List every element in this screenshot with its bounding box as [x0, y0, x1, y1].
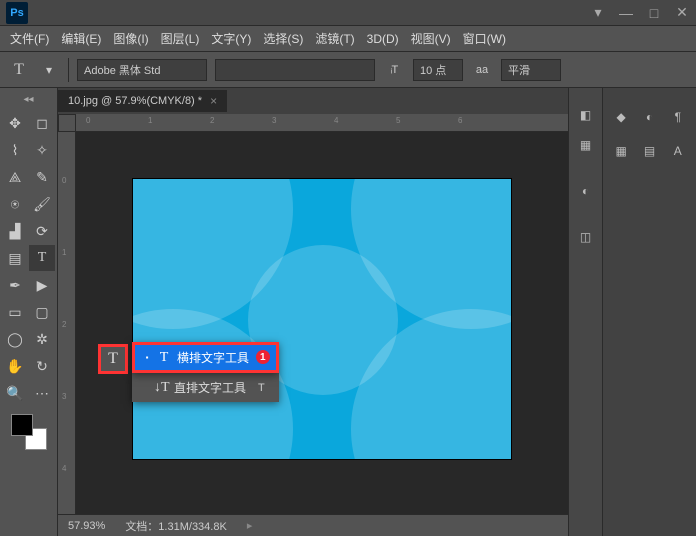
- menu-image[interactable]: 图像(I): [107, 30, 154, 47]
- pen-tool[interactable]: ✒: [2, 272, 28, 298]
- options-bar: T ▾ ᵢT aa: [0, 52, 696, 88]
- eyedropper-tool[interactable]: ✎: [29, 164, 55, 190]
- panel-buttons: ◆ ◐ ¶ ▦ ▤ A: [603, 88, 696, 536]
- flyout-item-shortcut: T: [258, 382, 265, 394]
- ruler-corner: [58, 114, 76, 132]
- vertical-type-tool-item[interactable]: ↓T 直排文字工具 T: [132, 375, 279, 400]
- marquee-tool[interactable]: ◻: [29, 110, 55, 136]
- history-brush-tool[interactable]: ⟳: [29, 218, 55, 244]
- zoom-level[interactable]: 57.93%: [68, 520, 105, 532]
- font-size-icon: ᵢT: [383, 59, 405, 81]
- canvas-viewport[interactable]: 0 1 2 3 4 5 6 0 1 2 3 4: [58, 114, 568, 514]
- menu-filter[interactable]: 滤镜(T): [309, 30, 360, 47]
- status-menu-icon[interactable]: ▸: [247, 519, 253, 532]
- brush-tool[interactable]: 🖌: [29, 191, 55, 217]
- document-tab-title: 10.jpg @ 57.9%(CMYK/8) *: [68, 95, 202, 107]
- type-tool-flyout: T ▪ T 横排文字工具 T 1 ↓T 直排文字工具 T: [132, 342, 279, 402]
- font-style-select[interactable]: [215, 59, 375, 81]
- color-swatch[interactable]: [11, 414, 47, 450]
- window-controls: ▾ — □ ✕: [584, 3, 696, 23]
- horizontal-type-icon: T: [157, 350, 171, 366]
- zoom-tool[interactable]: 🔍: [2, 380, 28, 406]
- font-family-select[interactable]: [77, 59, 207, 81]
- rounded-rect-tool[interactable]: ▢: [29, 299, 55, 325]
- layers-panel-icon[interactable]: ◫: [573, 224, 599, 250]
- menu-file[interactable]: 文件(F): [4, 30, 55, 47]
- canvas-area: 10.jpg @ 57.9%(CMYK/8) * × 0 1 2 3 4 5 6…: [58, 88, 568, 536]
- canvas[interactable]: [76, 132, 568, 514]
- menu-3d[interactable]: 3D(D): [361, 32, 405, 46]
- horizontal-type-tool-item[interactable]: ▪ T 横排文字工具 T: [135, 345, 276, 370]
- lasso-tool[interactable]: ⌇: [2, 137, 28, 163]
- menu-view[interactable]: 视图(V): [405, 30, 457, 47]
- active-dot-icon: ▪: [143, 353, 151, 362]
- antialias-select[interactable]: [501, 59, 561, 81]
- menu-window[interactable]: 窗口(W): [457, 30, 512, 47]
- document-tab[interactable]: 10.jpg @ 57.9%(CMYK/8) * ×: [58, 90, 227, 112]
- rotate-view-tool[interactable]: ↻: [29, 353, 55, 379]
- magic-wand-tool[interactable]: ✧: [29, 137, 55, 163]
- menu-type[interactable]: 文字(Y): [205, 30, 257, 47]
- workspace: ◂◂ ✥ ◻ ⌇ ✧ ⟁ ✎ ⍟ 🖌 ▟ ⟳ ▤ T ✒ ▶ ▭ ▢ ◯ ✲ ✋…: [0, 88, 696, 536]
- healing-brush-tool[interactable]: ⍟: [2, 191, 28, 217]
- toolbar-collapse-icon[interactable]: ◂◂: [22, 92, 36, 106]
- document-size-info[interactable]: 文档：1.31M/334.8K: [125, 518, 227, 534]
- menu-select[interactable]: 选择(S): [257, 30, 309, 47]
- crop-tool[interactable]: ⟁: [2, 164, 28, 190]
- font-size-select[interactable]: [413, 59, 463, 81]
- custom-shape-tool[interactable]: ✲: [29, 326, 55, 352]
- foreground-color[interactable]: [11, 414, 33, 436]
- styles-panel-icon[interactable]: ▦: [608, 138, 634, 164]
- ellipse-tool[interactable]: ◯: [2, 326, 28, 352]
- rectangle-tool[interactable]: ▭: [2, 299, 28, 325]
- type-tool-menu: ▪ T 横排文字工具 T 1: [132, 342, 279, 373]
- adjustments-panel-icon[interactable]: ◐: [573, 178, 599, 204]
- gradient-tool[interactable]: ▤: [2, 245, 28, 271]
- character-panel-icon[interactable]: A: [665, 138, 691, 164]
- antialias-icon: aa: [471, 59, 493, 81]
- vertical-type-icon: ↓T: [154, 380, 168, 396]
- titlebar: Ps ▾ — □ ✕: [0, 0, 696, 26]
- edit-toolbar[interactable]: ⋯: [29, 380, 55, 406]
- ruler-horizontal: 0 1 2 3 4 5 6: [76, 114, 568, 132]
- divider: [68, 58, 69, 82]
- clone-stamp-tool[interactable]: ▟: [2, 218, 28, 244]
- window-dropdown-icon[interactable]: ▾: [584, 3, 612, 23]
- annotation-badge: 1: [256, 350, 270, 364]
- document-tab-strip: 10.jpg @ 57.9%(CMYK/8) * ×: [58, 88, 568, 114]
- menu-edit[interactable]: 编辑(E): [55, 30, 107, 47]
- path-select-tool[interactable]: ▶: [29, 272, 55, 298]
- document-image[interactable]: [132, 178, 512, 460]
- type-tool-highlight[interactable]: T: [98, 344, 128, 374]
- type-tool[interactable]: T: [29, 245, 55, 271]
- menubar: 文件(F) 编辑(E) 图像(I) 图层(L) 文字(Y) 选择(S) 滤镜(T…: [0, 26, 696, 52]
- app-logo: Ps: [6, 2, 28, 24]
- type-tool-icon[interactable]: T: [8, 59, 30, 81]
- menu-layer[interactable]: 图层(L): [155, 30, 206, 47]
- flyout-item-label: 直排文字工具: [174, 379, 246, 396]
- panel-icon-strip: ◧ ▦ ◐ ◫: [569, 88, 603, 536]
- history-panel-icon[interactable]: ◆: [608, 104, 634, 130]
- close-button[interactable]: ✕: [668, 3, 696, 23]
- type-presets-icon[interactable]: ▾: [38, 59, 60, 81]
- toolbar: ◂◂ ✥ ◻ ⌇ ✧ ⟁ ✎ ⍟ 🖌 ▟ ⟳ ▤ T ✒ ▶ ▭ ▢ ◯ ✲ ✋…: [0, 88, 58, 536]
- hand-tool[interactable]: ✋: [2, 353, 28, 379]
- minimize-button[interactable]: —: [612, 3, 640, 23]
- brightness-panel-icon[interactable]: ◐: [636, 104, 662, 130]
- paragraph-panel-icon[interactable]: ¶: [665, 104, 691, 130]
- ruler-vertical: 0 1 2 3 4: [58, 132, 76, 514]
- maximize-button[interactable]: □: [640, 3, 668, 23]
- color-panel-icon[interactable]: ◧: [573, 102, 599, 128]
- panel-dock: ◧ ▦ ◐ ◫ ◆ ◐ ¶ ▦ ▤ A: [568, 88, 696, 536]
- channels-panel-icon[interactable]: ▤: [636, 138, 662, 164]
- status-bar: 57.93% 文档：1.31M/334.8K ▸: [58, 514, 568, 536]
- swatches-panel-icon[interactable]: ▦: [573, 132, 599, 158]
- flyout-item-label: 横排文字工具: [177, 349, 249, 366]
- close-tab-icon[interactable]: ×: [210, 94, 217, 108]
- type-tool-menu-rest: ↓T 直排文字工具 T: [132, 373, 279, 402]
- move-tool[interactable]: ✥: [2, 110, 28, 136]
